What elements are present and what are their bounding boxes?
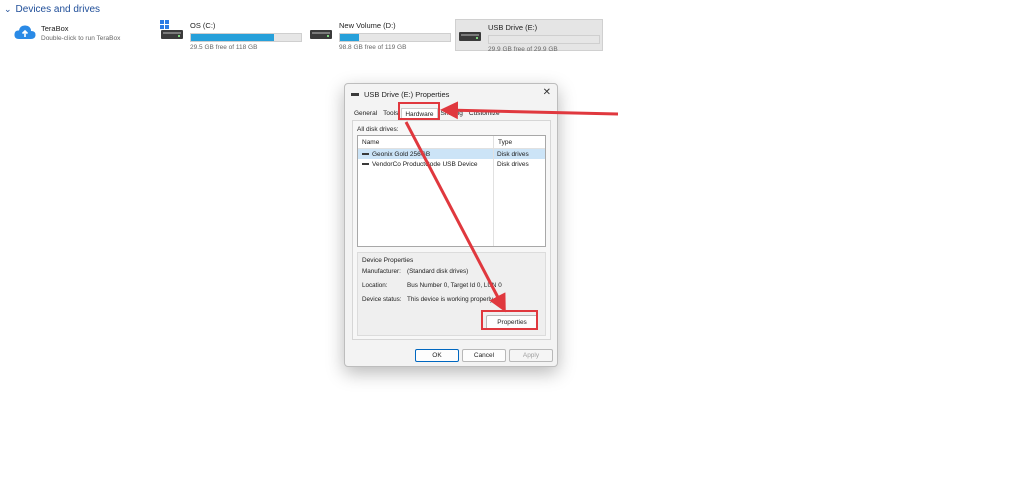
row-type: Disk drives [497, 150, 529, 158]
close-icon[interactable]: ✕ [543, 87, 551, 98]
drive-free-text: 29.9 GB free of 29.9 GB [488, 46, 558, 53]
hard-drive-icon [160, 20, 184, 44]
properties-button-highlight [481, 310, 538, 330]
disk-icon [362, 153, 369, 155]
status-row: Device status: This device is working pr… [362, 296, 494, 303]
tab-sharing[interactable]: Sharing [438, 108, 466, 120]
location-label: Location: [362, 282, 388, 289]
manufacturer-row: Manufacturer: (Standard disk drives) [362, 268, 468, 275]
manufacturer-value: (Standard disk drives) [407, 268, 469, 275]
column-header-name[interactable]: Name [358, 136, 494, 148]
location-value: Bus Number 0, Target Id 0, LUN 0 [407, 282, 502, 289]
terabox-item[interactable]: TeraBox Double-click to run TeraBox [14, 24, 120, 44]
drive-c[interactable]: OS (C:) 29.5 GB free of 118 GB [160, 18, 302, 51]
column-header-type[interactable]: Type [494, 139, 512, 146]
windows-logo-icon [160, 20, 170, 30]
row-type: Disk drives [497, 160, 529, 168]
drive-icon [351, 92, 359, 96]
status-label: Device status: [362, 296, 402, 303]
column-divider [493, 136, 494, 246]
location-row: Location: Bus Number 0, Target Id 0, LUN… [362, 282, 502, 289]
all-disk-drives-label: All disk drives: [357, 126, 399, 133]
drive-free-text: 29.5 GB free of 118 GB [190, 44, 258, 51]
hardware-tab-highlight [398, 102, 440, 120]
drive-d[interactable]: New Volume (D:) 98.8 GB free of 119 GB [309, 18, 451, 51]
disk-drives-list[interactable]: Name Type Geonix Gold 256GB Disk drives … [357, 135, 546, 247]
usb-drive-icon [458, 22, 482, 46]
devices-drives-header[interactable]: ⌄ Devices and drives [4, 4, 100, 15]
cancel-button[interactable]: Cancel [462, 349, 506, 362]
status-value: This device is working properly. [407, 296, 495, 303]
list-item[interactable]: VendorCo ProductCode USB Device Disk dri… [358, 159, 545, 169]
drive-name: New Volume (D:) [339, 21, 396, 30]
apply-button[interactable]: Apply [509, 349, 553, 362]
chevron-down-icon: ⌄ [4, 4, 12, 14]
row-name: Geonix Gold 256GB [372, 150, 431, 158]
ok-button[interactable]: OK [415, 349, 459, 362]
device-properties-label: Device Properties [362, 257, 414, 264]
drive-name: USB Drive (E:) [488, 23, 538, 32]
tab-customize[interactable]: Customize [466, 108, 503, 120]
drive-free-text: 98.8 GB free of 119 GB [339, 44, 407, 51]
tab-general[interactable]: General [351, 108, 380, 120]
drive-usage-bar [190, 33, 302, 42]
drive-e[interactable]: USB Drive (E:) 29.9 GB free of 29.9 GB [455, 19, 603, 53]
drive-name: OS (C:) [190, 21, 216, 30]
terabox-name: TeraBox [41, 24, 69, 33]
drive-usage-bar [488, 35, 600, 44]
dialog-title: USB Drive (E:) Properties [364, 89, 450, 99]
list-item[interactable]: Geonix Gold 256GB Disk drives [358, 149, 545, 159]
row-name: VendorCo ProductCode USB Device [372, 160, 478, 168]
dialog-title-bar[interactable]: USB Drive (E:) Properties ✕ [345, 84, 557, 104]
list-header: Name Type [358, 136, 545, 149]
drive-usage-bar [339, 33, 451, 42]
section-title: Devices and drives [15, 4, 101, 15]
manufacturer-label: Manufacturer: [362, 268, 401, 275]
disk-icon [362, 163, 369, 165]
hard-drive-icon [309, 20, 333, 44]
cloud-upload-icon [14, 24, 36, 44]
terabox-subtitle: Double-click to run TeraBox [41, 35, 121, 42]
